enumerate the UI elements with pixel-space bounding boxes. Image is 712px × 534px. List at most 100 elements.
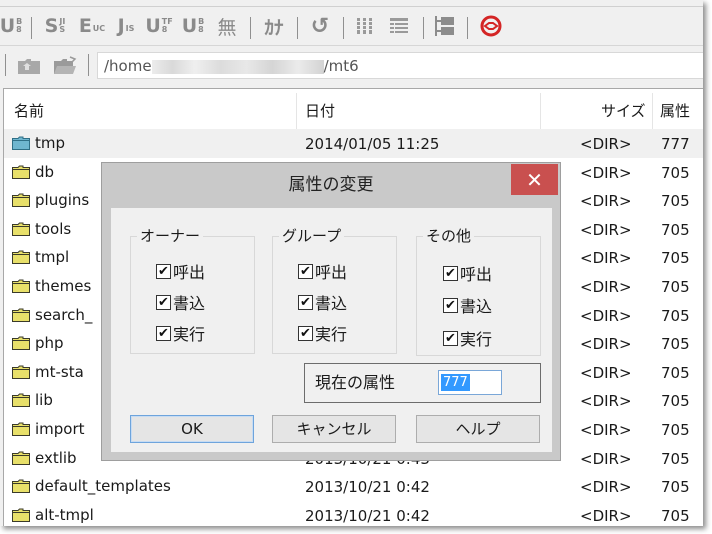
file-attr-cell: 705 <box>661 192 690 211</box>
change-attributes-dialog: 属性の変更 ✕ オーナー ✔ 呼出 ✔ 書込 ✔ 実行 グループ ✔ 呼出 ✔ 書込 ✔ 実… <box>101 162 561 461</box>
column-divider <box>540 93 541 129</box>
file-size-cell: <DIR> <box>580 306 632 325</box>
column-divider <box>296 93 297 129</box>
toolbar: UB8 S JI S E UC J IS U TF 8 UB8 無 ｶﾅ ↺ <box>0 6 703 45</box>
current-attr-box: 現在の属性 777 <box>304 363 541 403</box>
disconnect-button[interactable] <box>476 7 506 45</box>
owner-group: オーナー ✔ 呼出 ✔ 書込 ✔ 実行 <box>130 225 255 354</box>
file-attr-cell: 705 <box>661 335 690 354</box>
file-size-cell: <DIR> <box>580 249 632 268</box>
close-button[interactable]: ✕ <box>511 164 558 195</box>
dialog-title: 属性の変更 <box>288 175 374 195</box>
list-row[interactable]: default_templates 2013/10/21 0:42 <DIR> 705 <box>4 472 703 501</box>
file-attr-cell: 705 <box>661 421 690 439</box>
list-row[interactable]: tmp 2014/01/05 11:25 <DIR> 777 <box>4 129 703 158</box>
column-header-size[interactable]: サイズ <box>601 89 646 129</box>
folder-icon <box>12 508 30 522</box>
toolbar-separator <box>423 17 424 39</box>
column-header-name[interactable]: 名前 <box>14 89 44 129</box>
owner-execute-checkbox[interactable]: ✔ 実行 <box>156 321 205 345</box>
current-attr-input[interactable]: 777 <box>438 370 502 395</box>
file-attr-cell: 705 <box>661 449 690 468</box>
column-header-date[interactable]: 日付 <box>305 89 335 129</box>
column-header-attr[interactable]: 属性 <box>660 89 690 129</box>
list-row[interactable]: alt-tmpl 2013/10/21 0:42 <DIR> 705 <box>4 501 703 526</box>
list-view-icon <box>356 18 374 34</box>
others-read-checkbox[interactable]: ✔ 呼出 <box>443 261 492 285</box>
utf8-bom2-button[interactable]: UB8 <box>178 7 208 45</box>
file-size-cell: <DIR> <box>580 363 632 382</box>
file-attr-cell: 705 <box>661 278 690 296</box>
cancel-button[interactable]: キャンセル <box>272 415 396 443</box>
group-read-checkbox[interactable]: ✔ 呼出 <box>298 259 347 283</box>
file-size-cell: <DIR> <box>580 478 632 497</box>
parent-folder-button[interactable] <box>14 46 44 86</box>
list-header: 名前 日付 サイズ 属性 <box>4 89 703 129</box>
detail-view-icon <box>390 18 408 34</box>
file-attr-cell: 705 <box>661 392 690 411</box>
folder-icon <box>12 165 30 179</box>
file-name-cell: search_ <box>12 301 92 329</box>
utf8-bom-button[interactable]: UB8 <box>0 7 22 45</box>
file-attr-cell: 705 <box>661 306 690 325</box>
utf8-button[interactable]: U TF 8 <box>144 7 174 45</box>
refresh-button[interactable]: ↺ <box>305 7 335 45</box>
path-input[interactable]: /home/mt6 <box>97 52 703 79</box>
jis-button[interactable]: J IS <box>111 7 141 45</box>
close-icon: ✕ <box>526 167 543 192</box>
folder-icon <box>12 422 30 436</box>
parent-folder-icon <box>18 59 40 74</box>
file-size-cell: <DIR> <box>580 392 632 411</box>
file-name-cell: db <box>12 158 54 186</box>
others-execute-checkbox[interactable]: ✔ 実行 <box>443 326 492 350</box>
file-name-cell: themes <box>12 272 91 300</box>
file-date-cell: 2014/01/05 11:25 <box>305 135 440 153</box>
file-attr-cell: 705 <box>661 220 690 239</box>
owner-write-checkbox[interactable]: ✔ 書込 <box>156 290 205 314</box>
ok-button[interactable]: OK <box>130 415 254 443</box>
folder-icon <box>12 222 30 236</box>
disconnect-icon <box>480 15 502 37</box>
ftp-client-window: UB8 S JI S E UC J IS U TF 8 UB8 無 ｶﾅ ↺ /… <box>0 0 703 526</box>
file-size-cell: <DIR> <box>580 449 632 468</box>
file-size-cell: <DIR> <box>580 220 632 239</box>
toolbar-separator <box>467 17 468 39</box>
no-conversion-button[interactable]: 無 <box>212 7 242 45</box>
others-group: その他 ✔ 呼出 ✔ 書込 ✔ 実行 <box>416 225 541 356</box>
file-attr-cell: 705 <box>661 163 690 182</box>
file-name-cell: import <box>12 415 85 443</box>
euc-button[interactable]: E UC <box>76 7 108 45</box>
current-attr-value: 777 <box>441 374 470 391</box>
folder-icon <box>12 365 30 379</box>
folder-icon <box>12 250 30 265</box>
file-size-cell: <DIR> <box>580 163 632 182</box>
folder-icon <box>12 193 30 208</box>
current-attr-label: 現在の属性 <box>315 373 396 392</box>
list-view-button[interactable] <box>350 7 380 45</box>
folder-icon <box>12 393 30 408</box>
file-size-cell: <DIR> <box>580 135 632 153</box>
folder-icon <box>12 479 30 494</box>
toolbar-separator <box>250 17 251 39</box>
file-size-cell: <DIR> <box>580 278 632 296</box>
help-button[interactable]: ヘルプ <box>416 415 540 443</box>
sjis-button[interactable]: S JI S <box>40 7 70 45</box>
file-attr-cell: 777 <box>661 135 690 153</box>
tree-view-button[interactable] <box>430 7 460 45</box>
file-name-cell: tmp <box>12 129 65 157</box>
file-attr-cell: 705 <box>661 506 690 525</box>
file-name-cell: tmpl <box>12 243 69 271</box>
others-write-checkbox[interactable]: ✔ 書込 <box>443 293 492 317</box>
folder-icon <box>12 136 30 150</box>
file-name-cell: mt-sta <box>12 358 84 386</box>
open-folder-button[interactable] <box>50 46 80 86</box>
file-name-cell: default_templates <box>12 472 171 500</box>
open-folder-icon <box>54 56 77 74</box>
detail-view-button[interactable] <box>384 7 414 45</box>
file-name-cell: lib <box>12 386 53 414</box>
file-name-cell: php <box>12 329 64 357</box>
owner-read-checkbox[interactable]: ✔ 呼出 <box>156 259 205 283</box>
group-write-checkbox[interactable]: ✔ 書込 <box>298 290 347 314</box>
group-execute-checkbox[interactable]: ✔ 実行 <box>298 321 347 345</box>
kana-button[interactable]: ｶﾅ <box>258 7 290 45</box>
